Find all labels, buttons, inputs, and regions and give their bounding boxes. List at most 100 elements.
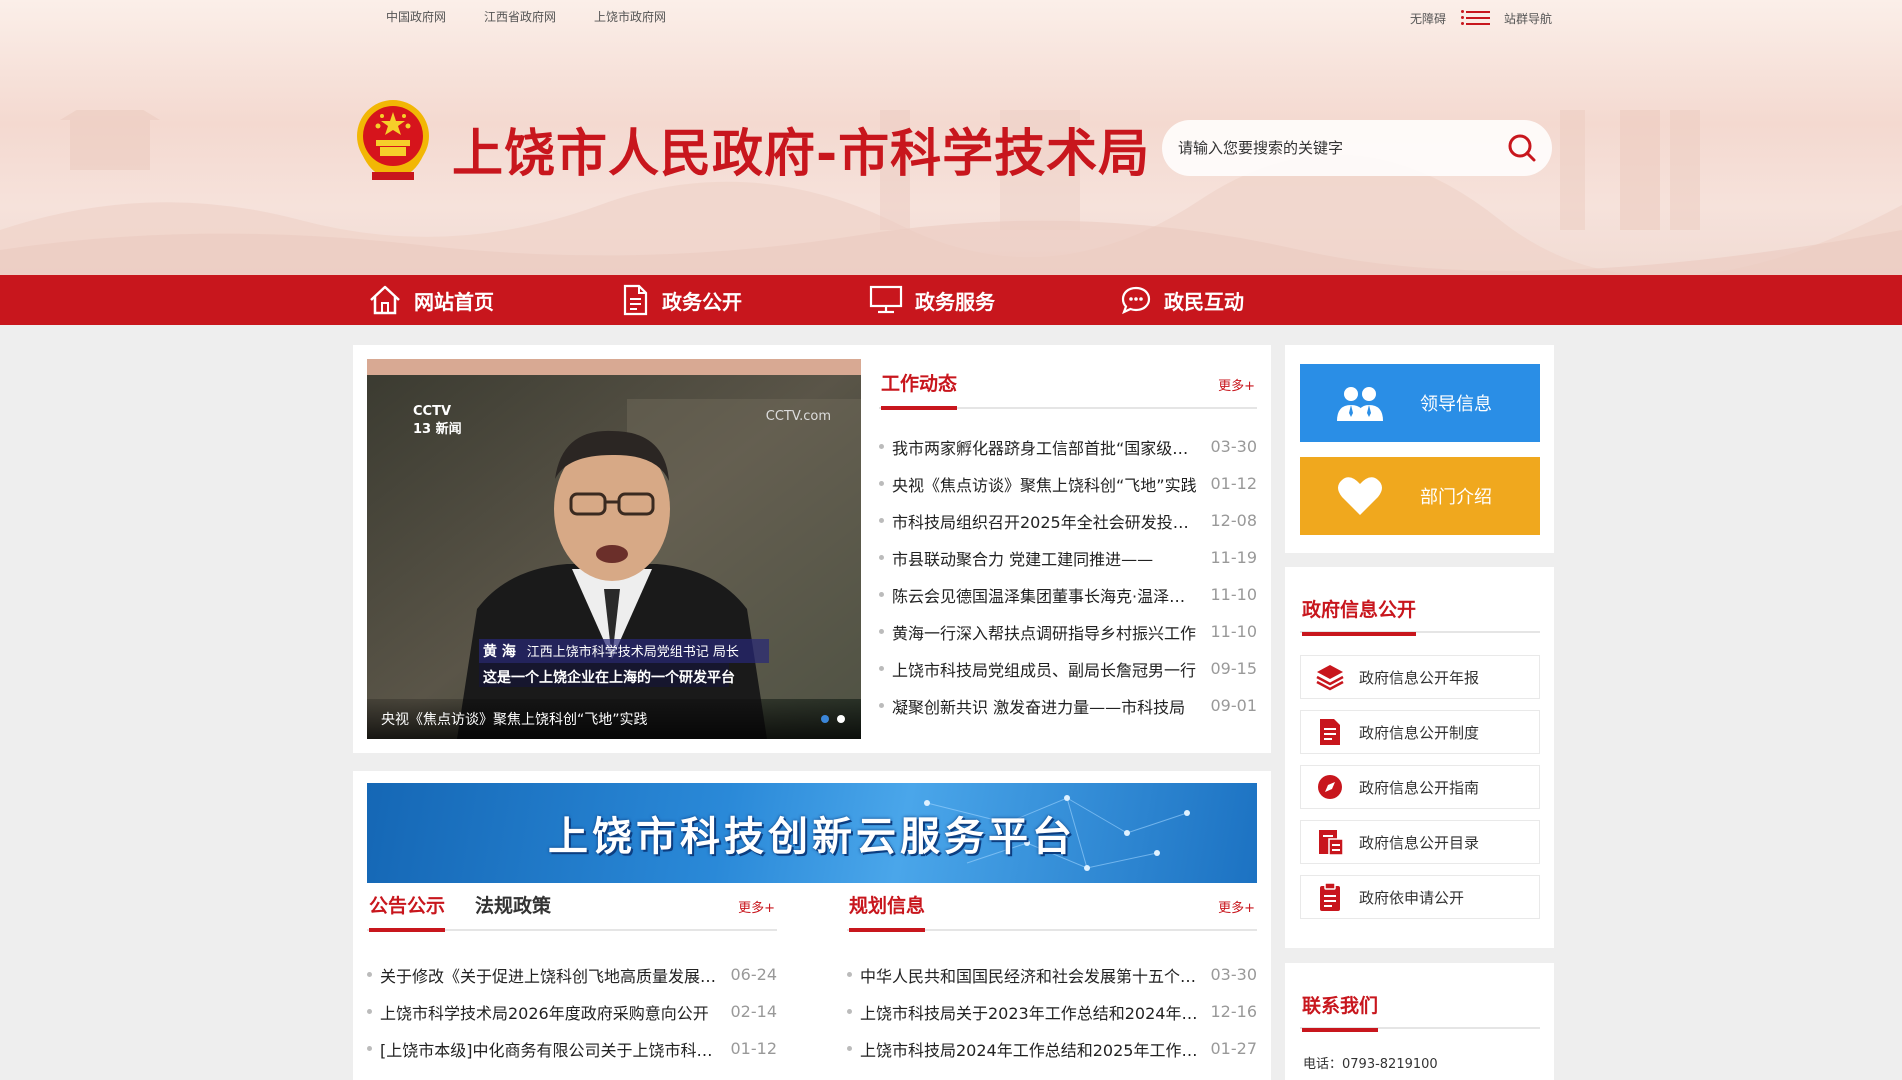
- people-icon: [1337, 387, 1383, 421]
- list-item[interactable]: 黄海一行深入帮扶点调研指导乡村振兴工作 11-10: [879, 613, 1257, 650]
- dept-intro-button[interactable]: 部门介绍: [1300, 457, 1540, 535]
- list-item[interactable]: 陈云会见德国温泽集团董事长海克·温泽一行 11-10: [879, 576, 1257, 613]
- cloud-platform-banner[interactable]: 上饶市科技创新云服务平台: [367, 783, 1257, 883]
- info-annual-report-label: 政府信息公开年报: [1359, 668, 1480, 687]
- search-box: [1162, 120, 1552, 176]
- main-nav: 网站首页 政务公开 政务服务 政民互动: [0, 275, 1902, 325]
- document-icon: [623, 284, 648, 316]
- compass-icon: [1318, 775, 1342, 799]
- info-system[interactable]: 政府信息公开制度: [1300, 710, 1540, 754]
- slider-dot-1[interactable]: [821, 715, 829, 723]
- nav-gov-open[interactable]: 政务公开: [620, 275, 742, 325]
- nav-interaction[interactable]: 政民互动: [1120, 275, 1244, 325]
- overlay-quote: 这是一个上饶企业在上海的一个研发平台: [483, 670, 735, 686]
- catalog-icon: [1319, 830, 1344, 856]
- overlay-person-role: 江西上饶市科学技术局党组书记 局长: [526, 645, 739, 660]
- list-menu-icon[interactable]: [1460, 10, 1490, 25]
- list-item[interactable]: 市科技局组织召开2025年全社会研发投入工作推进会12-08: [879, 502, 1257, 539]
- channel-watermark: CCTV.com: [765, 409, 831, 424]
- contact-panel: 联系我们 电话：0793-8219100: [1285, 963, 1554, 1080]
- tab-notices[interactable]: 公告公示: [369, 891, 446, 932]
- slider-caption-text: 央视《焦点访谈》聚焦上饶科创“飞地”实践: [381, 712, 648, 728]
- work-more-link[interactable]: 更多+: [1218, 375, 1255, 394]
- dept-intro-label: 部门介绍: [1420, 487, 1492, 508]
- slider-dots: [821, 715, 845, 723]
- list-item[interactable]: [上饶市本级]中化商务有限公司关于上饶市科技创新项目的公告01-12: [367, 1030, 777, 1067]
- heart-icon: [1338, 477, 1382, 515]
- file-icon: [1320, 719, 1340, 745]
- nav-gov-service-label: 政务服务: [915, 289, 995, 314]
- search-icon: [1508, 134, 1536, 162]
- list-item[interactable]: 央视《焦点访谈》聚焦上饶科创“飞地”实践 01-12: [879, 465, 1257, 502]
- monitor-icon: [869, 285, 903, 314]
- list-item[interactable]: 上饶市科学技术局2026年度政府采购意向公开 02-14: [367, 993, 777, 1030]
- list-item[interactable]: 上饶市科技局2024年工作总结和2025年工作计划 01-27: [847, 1030, 1257, 1067]
- nav-interaction-label: 政民互动: [1164, 289, 1244, 314]
- list-item[interactable]: 上饶市科技局党组成员、副局长詹冠男一行 09-15: [879, 650, 1257, 687]
- accessibility-link[interactable]: 无障碍: [1410, 10, 1446, 27]
- banner-text: 上饶市科技创新云服务平台: [548, 814, 1076, 860]
- notices-more-link[interactable]: 更多+: [738, 897, 775, 916]
- notices-header: 公告公示 法规政策 更多+: [367, 881, 777, 932]
- contact-title: 联系我们: [1302, 991, 1379, 1032]
- top-links: 中国政府网 江西省政府网 上饶市政府网: [386, 8, 666, 28]
- tab-regulations[interactable]: 法规政策: [475, 891, 551, 932]
- top-link-shangrao-gov[interactable]: 上饶市政府网: [594, 8, 666, 28]
- chat-icon: [1121, 286, 1151, 315]
- search-input[interactable]: [1162, 120, 1492, 176]
- quick-links-panel: 领导信息 部门介绍: [1285, 345, 1554, 553]
- nav-home-label: 网站首页: [414, 289, 494, 314]
- work-list: 我市两家孵化器跻身工信部首批“国家级科技企业孵化器”03-30 央视《焦点访谈》…: [879, 428, 1257, 724]
- list-item[interactable]: 我市两家孵化器跻身工信部首批“国家级科技企业孵化器”03-30: [879, 428, 1257, 465]
- search-button[interactable]: [1492, 120, 1552, 176]
- nav-gov-service[interactable]: 政务服务: [869, 275, 995, 325]
- leader-info-button[interactable]: 领导信息: [1300, 364, 1540, 442]
- national-emblem-icon: [357, 100, 429, 180]
- gov-info-title[interactable]: 政府信息公开: [1302, 595, 1417, 636]
- news-slider[interactable]: CCTV 13 新闻 CCTV.com 黄 海 江西上饶市科学技术局党组书记 局…: [367, 359, 861, 739]
- gov-info-header: 政府信息公开: [1300, 579, 1540, 636]
- site-nav-link[interactable]: 站群导航: [1504, 10, 1552, 27]
- info-application-label: 政府依申请公开: [1359, 888, 1465, 907]
- planning-more-link[interactable]: 更多+: [1218, 897, 1255, 916]
- info-catalog[interactable]: 政府信息公开目录: [1300, 820, 1540, 864]
- work-header: 工作动态 更多+: [879, 359, 1257, 410]
- layers-icon: [1316, 665, 1344, 691]
- top-link-jiangxi-gov[interactable]: 江西省政府网: [484, 8, 556, 28]
- nav-gov-open-label: 政务公开: [662, 289, 742, 314]
- list-item[interactable]: 上饶市科技局关于2023年工作总结和2024年工作计划 12-16: [847, 993, 1257, 1030]
- info-application[interactable]: 政府依申请公开: [1300, 875, 1540, 919]
- list-item[interactable]: 关于修改《关于促进上饶科创飞地高质量发展的若干措施》的通知06-24: [367, 956, 777, 993]
- planning-title[interactable]: 规划信息: [849, 891, 926, 932]
- overlay-name: 黄 海 江西上饶市科学技术局党组书记 局长: [483, 641, 739, 661]
- contact-phone: 电话：0793-8219100: [1303, 1057, 1438, 1072]
- site-header: 中国政府网 江西省政府网 上饶市政府网 无障碍 站群导航 上饶市人民政府-市科学…: [0, 0, 1902, 275]
- news-panel: CCTV 13 新闻 CCTV.com 黄 海 江西上饶市科学技术局党组书记 局…: [353, 345, 1271, 753]
- notices-list: 关于修改《关于促进上饶科创飞地高质量发展的若干措施》的通知06-24 上饶市科学…: [367, 956, 777, 1067]
- leader-info-label: 领导信息: [1420, 394, 1492, 415]
- list-item[interactable]: 中华人民共和国国民经济和社会发展第十五个五年规划纲要03-30: [847, 956, 1257, 993]
- nav-home[interactable]: 网站首页: [368, 275, 494, 325]
- home-icon: [370, 285, 400, 315]
- planning-header: 规划信息 更多+: [847, 881, 1257, 932]
- site-title: 上饶市人民政府-市科学技术局: [452, 125, 1151, 184]
- channel-logo: CCTV 13 新闻: [413, 404, 462, 437]
- planning-list: 中华人民共和国国民经济和社会发展第十五个五年规划纲要03-30 上饶市科技局关于…: [847, 956, 1257, 1067]
- info-guide-label: 政府信息公开指南: [1359, 778, 1480, 797]
- info-catalog-label: 政府信息公开目录: [1359, 833, 1480, 852]
- top-link-gov-cn[interactable]: 中国政府网: [386, 8, 446, 28]
- clipboard-icon: [1320, 882, 1340, 911]
- top-tools: 无障碍 站群导航: [1410, 8, 1552, 28]
- list-item[interactable]: 市县联动聚合力 党建工建同推进—— 11-19: [879, 539, 1257, 576]
- work-title[interactable]: 工作动态: [881, 369, 958, 410]
- gov-info-panel: 政府信息公开 政府信息公开年报 政府信息公开制度 政府信息公开指南 政府信息公开…: [1285, 567, 1554, 948]
- bottom-panel: 上饶市科技创新云服务平台 公告公示 法规政策 更多+ 关于修改《关于促进上饶科创…: [353, 771, 1271, 1080]
- overlay-person-name: 黄 海: [483, 644, 516, 660]
- list-item[interactable]: 凝聚创新共识 激发奋进力量——市科技局 09-01: [879, 687, 1257, 724]
- info-guide[interactable]: 政府信息公开指南: [1300, 765, 1540, 809]
- slider-dot-2[interactable]: [837, 715, 845, 723]
- contact-header: 联系我们: [1300, 975, 1540, 1032]
- info-annual-report[interactable]: 政府信息公开年报: [1300, 655, 1540, 699]
- slider-caption[interactable]: 央视《焦点访谈》聚焦上饶科创“飞地”实践: [367, 699, 861, 739]
- info-system-label: 政府信息公开制度: [1359, 723, 1480, 742]
